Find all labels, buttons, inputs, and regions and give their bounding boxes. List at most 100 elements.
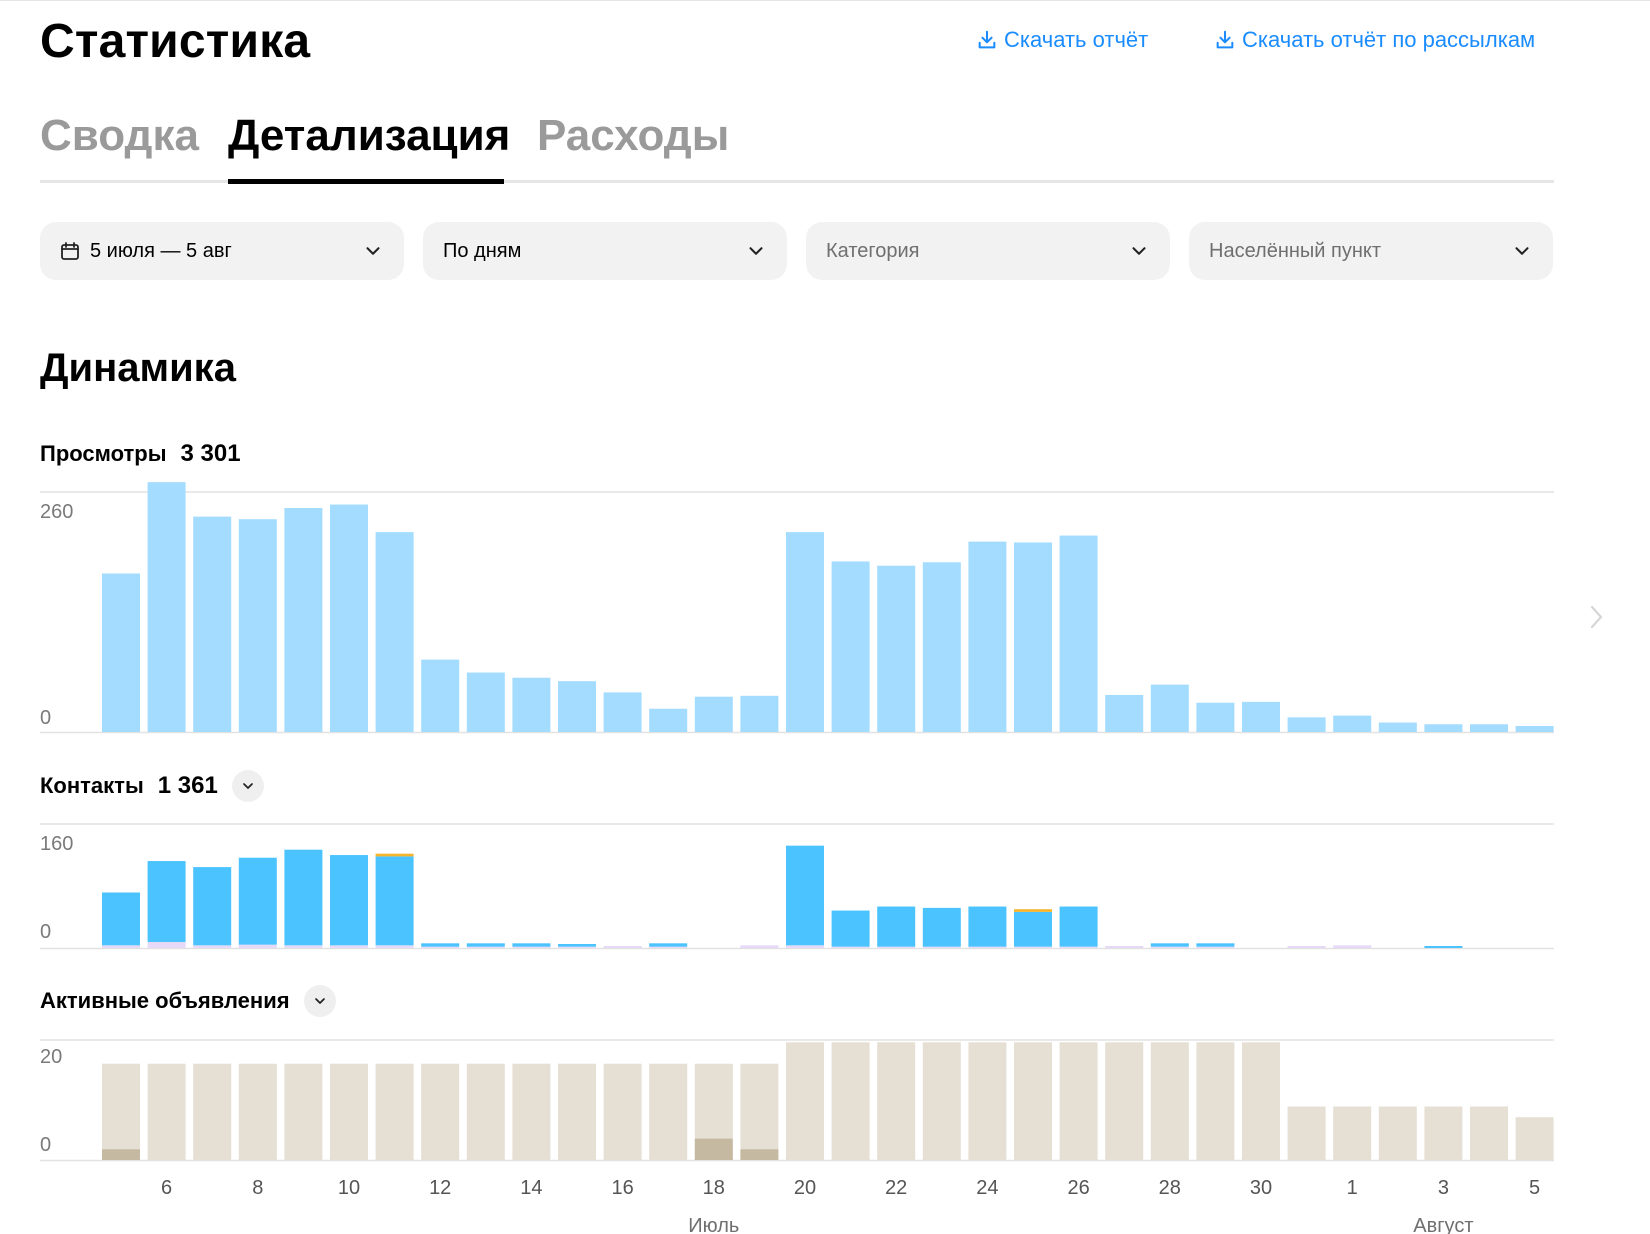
bar — [877, 565, 916, 732]
bar — [147, 1063, 186, 1160]
bar — [147, 482, 186, 732]
bar — [1105, 1042, 1144, 1160]
x-tick-label: 3 — [1438, 1177, 1449, 1199]
x-tick-label: 18 — [703, 1177, 725, 1199]
bar — [968, 1042, 1007, 1160]
x-tick-label: 14 — [520, 1177, 542, 1199]
bar — [1424, 1106, 1463, 1160]
tab-summary[interactable]: Сводка — [40, 106, 199, 166]
bar-overlay — [740, 1149, 779, 1160]
bar — [102, 1063, 140, 1160]
bar-secondary — [922, 946, 961, 948]
bar — [375, 532, 414, 732]
bar-secondary — [1287, 945, 1326, 948]
x-tick-label: 26 — [1067, 1177, 1089, 1199]
bar — [375, 1063, 414, 1160]
x-tick-label: 1 — [1347, 1177, 1358, 1199]
y-tick-label-zero: 0 — [40, 1134, 51, 1156]
tab-expenses[interactable]: Расходы — [537, 106, 729, 166]
bar-main — [1424, 945, 1463, 948]
download-mailing-report-link[interactable]: Скачать отчёт по рассылкам — [1214, 24, 1535, 56]
x-tick-label: 8 — [252, 1177, 263, 1199]
download-report-link[interactable]: Скачать отчёт — [976, 24, 1148, 56]
bar — [831, 1042, 870, 1160]
bar — [1470, 724, 1508, 732]
contacts-expand-button[interactable] — [231, 770, 264, 802]
bar-main — [330, 855, 368, 946]
bar — [877, 1042, 916, 1160]
bar-secondary — [603, 945, 642, 948]
bar-main — [877, 906, 916, 947]
bar-secondary — [512, 946, 551, 948]
month-label: Июль — [688, 1215, 739, 1234]
bar-secondary — [1014, 946, 1052, 948]
bar-secondary — [740, 945, 779, 948]
bar-secondary — [1150, 946, 1189, 948]
chevron-down-icon — [749, 247, 763, 255]
download-icon — [1216, 30, 1234, 49]
bar-main — [831, 910, 870, 947]
bar — [1196, 702, 1235, 732]
bar — [238, 1063, 277, 1160]
chevron-right-icon[interactable] — [1584, 602, 1608, 632]
bar-main — [102, 892, 140, 946]
bar-tertiary — [375, 853, 414, 857]
bar-secondary — [558, 946, 596, 948]
x-tick-label: 22 — [885, 1177, 907, 1199]
x-tick-label: 16 — [611, 1177, 633, 1199]
bar — [421, 1063, 460, 1160]
bar-secondary — [786, 945, 824, 948]
x-tick-label: 6 — [161, 1177, 172, 1199]
bar — [1059, 535, 1098, 732]
x-tick-label: 24 — [976, 1177, 998, 1199]
y-tick-label-max: 260 — [40, 501, 73, 523]
bar — [740, 1063, 779, 1160]
category-select[interactable]: Категория — [806, 222, 1170, 280]
city-select[interactable]: Населённый пункт — [1189, 222, 1553, 280]
views-label: Просмотры — [40, 441, 167, 466]
bar — [603, 1063, 642, 1160]
active-ads-header: Активные объявления — [40, 985, 336, 1017]
city-placeholder: Населённый пункт — [1209, 239, 1382, 262]
bar — [1515, 1117, 1554, 1160]
top-divider — [0, 0, 1650, 1]
active-ads-label: Активные объявления — [40, 988, 290, 1013]
bar — [694, 696, 733, 732]
bar-main — [238, 857, 277, 945]
x-tick-label: 10 — [338, 1177, 360, 1199]
bar — [1287, 1106, 1326, 1160]
bar — [1150, 684, 1189, 732]
bar — [1105, 694, 1144, 732]
x-tick-label: 28 — [1159, 1177, 1181, 1199]
bar-main — [375, 856, 414, 946]
chevron-down-icon — [1132, 247, 1146, 255]
bar — [1378, 1106, 1417, 1160]
tab-details[interactable]: Детализация — [228, 106, 510, 166]
period-select[interactable]: 5 июля — 5 авг — [40, 222, 404, 280]
active-ads-expand-button[interactable] — [303, 985, 336, 1017]
bar — [1378, 722, 1417, 732]
bar-main — [558, 943, 596, 947]
bar-main — [147, 861, 186, 942]
bar — [330, 1063, 368, 1160]
bar — [786, 532, 824, 732]
bar — [1333, 715, 1372, 732]
bar-main — [1014, 911, 1052, 947]
bar — [1059, 1042, 1098, 1160]
bar — [1242, 701, 1280, 732]
bar-main — [968, 906, 1007, 947]
bar — [1470, 1106, 1508, 1160]
bar — [558, 681, 596, 732]
bar — [466, 672, 505, 732]
chevron-down-icon — [314, 998, 325, 1004]
bar — [1515, 725, 1554, 732]
granularity-select[interactable]: По дням — [423, 222, 787, 280]
bar — [1287, 717, 1326, 732]
bar — [649, 708, 688, 732]
bar-main — [786, 845, 824, 946]
bar-main — [421, 943, 460, 947]
bar — [922, 562, 961, 732]
y-tick-label-zero: 0 — [40, 921, 51, 943]
bar-secondary — [421, 946, 460, 948]
bar — [1196, 1042, 1235, 1160]
